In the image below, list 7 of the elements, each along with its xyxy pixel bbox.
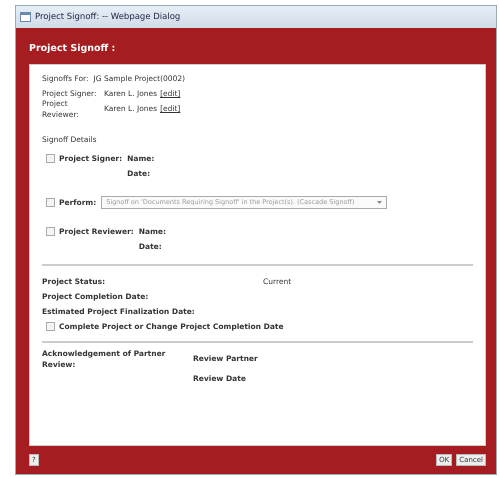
window-icon xyxy=(20,12,31,22)
window-title: Project Signoff: -- Webpage Dialog xyxy=(35,10,180,24)
checkbox[interactable] xyxy=(46,322,55,332)
caret-icon xyxy=(377,200,382,204)
dialog-heading: Project Signoff : xyxy=(29,42,116,56)
checkbox[interactable] xyxy=(46,227,55,236)
checkbox[interactable] xyxy=(46,154,55,164)
